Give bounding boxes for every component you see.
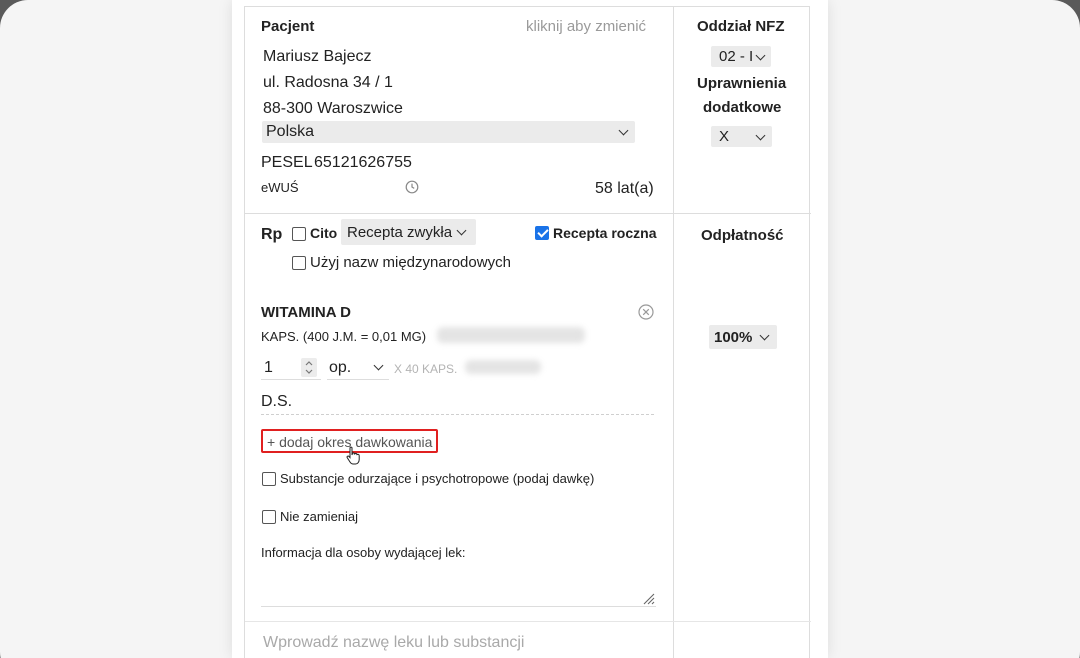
permissions-label-2: dodatkowe bbox=[703, 99, 782, 116]
chevron-down-icon bbox=[373, 360, 384, 371]
pharmacist-info-label: Informacja dla osoby wydającej lek: bbox=[261, 545, 466, 560]
prescription-type-value: Recepta zwykła bbox=[347, 224, 453, 241]
remove-drug-icon[interactable] bbox=[638, 304, 654, 320]
column-divider bbox=[673, 7, 674, 658]
drug-search-input[interactable]: Wprowadź nazwę leku lub substancji bbox=[261, 631, 656, 657]
rp-label: Rp bbox=[261, 226, 283, 243]
chevron-down-icon bbox=[456, 225, 467, 236]
patient-street: ul. Radosna 34 / 1 bbox=[263, 74, 393, 91]
narcotics-label: Substancje odurzające i psychotropowe (p… bbox=[280, 471, 595, 486]
no-substitute-label: Nie zamieniaj bbox=[280, 509, 359, 524]
unit-select[interactable]: op. bbox=[327, 356, 389, 380]
clock-icon[interactable] bbox=[405, 180, 419, 194]
patient-city: 88-300 Waroszwice bbox=[263, 100, 403, 117]
app-window: Pacjent kliknij aby zmienić Mariusz Baje… bbox=[0, 0, 1080, 658]
nfz-branch-select[interactable]: 02 - I bbox=[711, 46, 771, 67]
permissions-select[interactable]: X bbox=[711, 126, 772, 147]
payment-value: 100% bbox=[714, 329, 753, 346]
annual-prescription-label: Recepta roczna bbox=[553, 225, 657, 241]
cito-label: Cito bbox=[310, 225, 338, 241]
drug-form: KAPS. (400 J.M. = 0,01 MG) bbox=[261, 329, 427, 344]
hand-cursor-icon bbox=[345, 446, 361, 466]
age-value: 58 bbox=[595, 180, 613, 197]
pesel-value: 65121626755 bbox=[314, 154, 412, 171]
section-divider-bottom bbox=[245, 621, 811, 622]
pharmacist-info-textarea[interactable] bbox=[261, 571, 656, 607]
blurred-detail bbox=[437, 327, 585, 343]
nfz-branch-value: 02 - I bbox=[719, 48, 754, 65]
payment-heading: Odpłatność bbox=[701, 227, 784, 244]
age-unit: lat(a) bbox=[617, 180, 654, 197]
drug-name: WITAMINA D bbox=[261, 304, 351, 321]
unit-value: op. bbox=[329, 359, 352, 376]
payment-select[interactable]: 100% bbox=[709, 325, 777, 349]
change-patient-link[interactable]: kliknij aby zmienić bbox=[526, 18, 646, 35]
intl-names-label: Użyj nazw międzynarodowych bbox=[310, 254, 511, 271]
country-value: Polska bbox=[266, 123, 315, 140]
narcotics-checkbox[interactable] bbox=[262, 472, 276, 486]
stepper-arrows-icon[interactable] bbox=[301, 358, 317, 377]
intl-names-checkbox[interactable] bbox=[292, 256, 306, 270]
annual-prescription-checkbox[interactable] bbox=[535, 226, 549, 240]
section-divider bbox=[245, 213, 811, 214]
quantity-value: 1 bbox=[264, 359, 273, 376]
cito-checkbox[interactable] bbox=[292, 227, 306, 241]
patient-age: 58 lat(a) bbox=[595, 180, 654, 198]
pesel-label: PESEL bbox=[261, 154, 313, 171]
permissions-value: X bbox=[719, 128, 730, 145]
chevron-down-icon bbox=[759, 330, 770, 341]
drug-search-placeholder: Wprowadź nazwę leku lub substancji bbox=[263, 634, 525, 651]
ewus-label: eWUŚ bbox=[261, 180, 299, 195]
blurred-detail bbox=[465, 360, 541, 374]
country-select[interactable]: Polska bbox=[262, 121, 635, 143]
ds-label: D.S. bbox=[261, 393, 293, 410]
quantity-stepper[interactable]: 1 bbox=[261, 356, 321, 380]
resize-handle-icon[interactable] bbox=[641, 591, 655, 605]
package-size: X 40 KAPS. bbox=[394, 362, 458, 376]
chevron-down-icon bbox=[618, 125, 629, 136]
patient-heading: Pacjent bbox=[261, 18, 315, 35]
chevron-down-icon bbox=[755, 50, 766, 61]
chevron-down-icon bbox=[755, 130, 766, 141]
ds-underline bbox=[261, 414, 654, 415]
no-substitute-checkbox[interactable] bbox=[262, 510, 276, 524]
permissions-label-1: Uprawnienia bbox=[697, 75, 787, 92]
patient-name: Mariusz Bajecz bbox=[263, 48, 372, 65]
prescription-form: Pacjent kliknij aby zmienić Mariusz Baje… bbox=[244, 6, 811, 658]
prescription-page: Pacjent kliknij aby zmienić Mariusz Baje… bbox=[232, 0, 828, 658]
prescription-type-select[interactable]: Recepta zwykła bbox=[341, 219, 476, 245]
nfz-heading: Oddział NFZ bbox=[697, 18, 785, 35]
